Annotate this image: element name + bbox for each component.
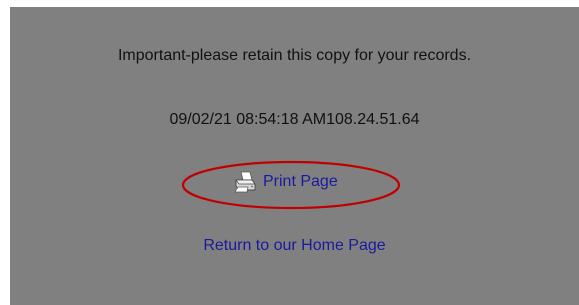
timestamp-ip-stamp: 09/02/21 08:54:18 AM108.24.51.64 (169, 111, 420, 128)
content-panel: Important-please retain this copy for yo… (10, 7, 579, 305)
print-page-link[interactable]: Print Page (233, 170, 338, 194)
print-page-label: Print Page (263, 173, 338, 190)
retain-copy-notice: Important-please retain this copy for yo… (117, 47, 472, 64)
printer-icon (233, 171, 257, 193)
return-home-link[interactable]: Return to our Home Page (10, 237, 579, 255)
